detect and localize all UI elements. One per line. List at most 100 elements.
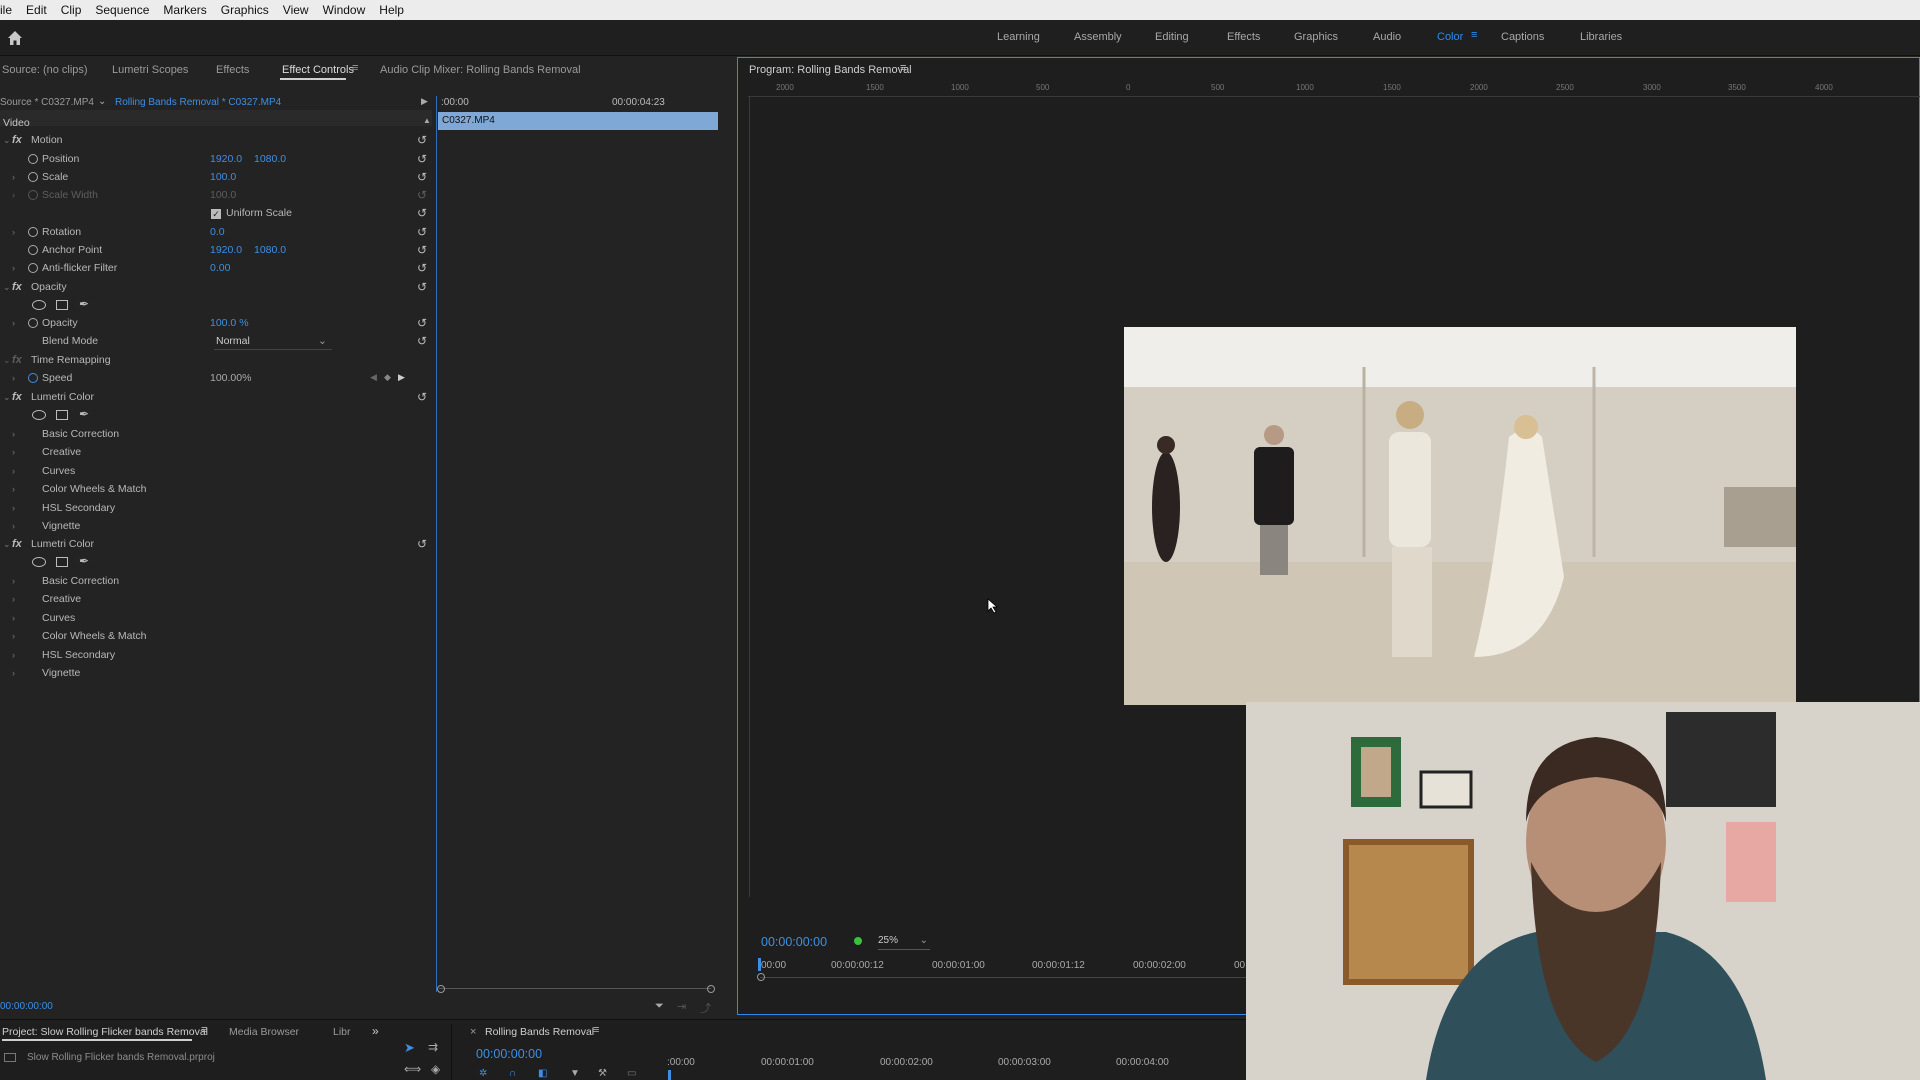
stopwatch-icon[interactable] <box>28 172 38 182</box>
close-icon[interactable]: × <box>470 1026 476 1038</box>
fx-icon[interactable]: fx <box>12 538 22 550</box>
twirl-icon[interactable]: ⌄ <box>3 539 11 550</box>
lumetri-section-row[interactable]: › Curves <box>0 463 430 481</box>
twirl-icon[interactable]: ⌄ <box>3 282 11 293</box>
chevron-down-icon[interactable]: ⌄ <box>98 96 106 107</box>
timeline-timecode[interactable]: 00:00:00:00 <box>476 1047 542 1061</box>
twirl-icon[interactable]: › <box>12 263 15 273</box>
workspace-captions[interactable]: Captions <box>1501 31 1544 43</box>
twirl-icon[interactable]: ⌄ <box>3 135 11 146</box>
menu-graphics[interactable]: Graphics <box>214 3 276 17</box>
reset-icon[interactable]: ↺ <box>417 390 427 404</box>
filter-icon[interactable]: ⏷ <box>655 1000 664 1013</box>
more-tabs-icon[interactable]: » <box>372 1024 379 1038</box>
uniform-scale-checkbox[interactable]: ✓ <box>211 209 221 219</box>
menu-sequence[interactable]: Sequence <box>88 3 156 17</box>
rectangle-mask-icon[interactable] <box>56 300 68 310</box>
time-remapping-row[interactable]: ⌄ fx Time Remapping <box>0 352 430 370</box>
rotation-value[interactable]: 0.0 <box>210 226 225 238</box>
reset-icon[interactable]: ↺ <box>417 152 427 166</box>
workspace-editing[interactable]: Editing <box>1155 31 1189 43</box>
twirl-icon[interactable]: › <box>12 373 15 383</box>
program-menu-icon[interactable]: ≡ <box>900 62 906 74</box>
next-keyframe-icon[interactable]: ▶ <box>398 372 405 383</box>
zoom-select[interactable]: 25% ⌄ <box>878 935 930 950</box>
reset-icon[interactable]: ↺ <box>417 280 427 294</box>
twirl-icon[interactable]: ⌄ <box>3 355 11 366</box>
blend-mode-select[interactable]: Normal <box>216 335 250 347</box>
home-icon[interactable] <box>6 29 24 47</box>
marker-icon[interactable]: ▼ <box>570 1068 580 1079</box>
antiflicker-value[interactable]: 0.00 <box>210 262 230 274</box>
ec-playhead[interactable] <box>436 96 437 992</box>
lumetri-color-row[interactable]: ⌄ fx Lumetri Color ↺ <box>0 389 430 407</box>
tab-media-browser[interactable]: Media Browser <box>229 1026 299 1038</box>
twirl-icon[interactable]: › <box>12 447 15 457</box>
lumetri-section-row[interactable]: › Color Wheels & Match <box>0 481 430 499</box>
workspace-audio[interactable]: Audio <box>1373 31 1401 43</box>
rectangle-mask-icon[interactable] <box>56 557 68 567</box>
stopwatch-icon[interactable] <box>28 318 38 328</box>
workspace-graphics[interactable]: Graphics <box>1294 31 1338 43</box>
program-mini-timeline[interactable]: 00:00 00:00:00:12 00:00:01:00 00:00:01:1… <box>757 955 1246 985</box>
menu-markers[interactable]: Markers <box>156 3 213 17</box>
anchor-y[interactable]: 1080.0 <box>254 244 286 256</box>
twirl-icon[interactable]: › <box>12 484 15 494</box>
stopwatch-icon[interactable] <box>28 245 38 255</box>
tab-project[interactable]: Project: Slow Rolling Flicker bands Remo… <box>2 1026 208 1038</box>
reset-icon[interactable]: ↺ <box>417 334 427 348</box>
menu-file[interactable]: ile <box>0 3 19 17</box>
menu-view[interactable]: View <box>276 3 316 17</box>
reset-icon[interactable]: ↺ <box>417 316 427 330</box>
linked-selection-icon[interactable]: ∩ <box>509 1068 516 1079</box>
reset-icon[interactable]: ↺ <box>417 243 427 257</box>
lumetri-section-row[interactable]: › Vignette <box>0 518 430 536</box>
opacity-value[interactable]: 100.0 % <box>210 317 249 329</box>
position-y[interactable]: 1080.0 <box>254 153 286 165</box>
stopwatch-icon[interactable] <box>28 154 38 164</box>
stopwatch-icon[interactable] <box>28 373 38 383</box>
tab-effect-controls[interactable]: Effect Controls <box>282 64 354 76</box>
project-file-name[interactable]: Slow Rolling Flicker bands Removal.prpro… <box>27 1052 215 1063</box>
opacity-group-row[interactable]: ⌄ fx Opacity ↺ <box>0 279 430 297</box>
timeline-playhead[interactable] <box>668 1070 671 1080</box>
reset-icon[interactable]: ↺ <box>417 133 427 147</box>
ec-zoom-scrollbar[interactable] <box>439 988 711 989</box>
reset-icon[interactable]: ↺ <box>417 206 427 220</box>
track-select-tool-icon[interactable]: ⇉ <box>428 1040 438 1054</box>
twirl-icon[interactable]: › <box>12 227 15 237</box>
lumetri-section-row[interactable]: › Vignette <box>0 665 430 683</box>
fx-icon[interactable]: fx <box>12 134 22 146</box>
twirl-icon[interactable]: › <box>12 613 15 623</box>
lumetri-section-row[interactable]: › Basic Correction <box>0 426 430 444</box>
motion-row[interactable]: ⌄ fx Motion ↺ <box>0 132 430 150</box>
workspace-assembly[interactable]: Assembly <box>1074 31 1122 43</box>
tab-effects[interactable]: Effects <box>216 64 249 76</box>
lumetri-section-row[interactable]: › Curves <box>0 610 430 628</box>
tab-lumetri-scopes[interactable]: Lumetri Scopes <box>112 64 188 76</box>
tab-timeline-sequence[interactable]: Rolling Bands Removal <box>485 1026 594 1038</box>
lumetri-section-row[interactable]: › HSL Secondary <box>0 500 430 518</box>
menu-edit[interactable]: Edit <box>19 3 54 17</box>
tab-source[interactable]: Source: (no clips) <box>2 64 88 76</box>
twirl-icon[interactable]: ⌄ <box>3 392 11 403</box>
twirl-icon[interactable]: › <box>12 466 15 476</box>
program-timecode[interactable]: 00:00:00:00 <box>761 935 827 949</box>
reset-icon[interactable]: ↺ <box>417 170 427 184</box>
twirl-icon[interactable]: › <box>12 576 15 586</box>
ellipse-mask-icon[interactable] <box>32 557 46 567</box>
lumetri-section-row[interactable]: › Basic Correction <box>0 573 430 591</box>
pen-mask-icon[interactable]: ✒ <box>79 407 89 421</box>
twirl-icon[interactable]: › <box>12 429 15 439</box>
workspace-menu-icon[interactable]: ≡ <box>1471 29 1477 41</box>
fx-icon[interactable]: fx <box>12 391 22 403</box>
chevron-down-icon[interactable]: ⌄ <box>318 335 327 347</box>
lumetri-color-row[interactable]: ⌄ fx Lumetri Color ↺ <box>0 536 430 554</box>
ec-footer-timecode[interactable]: 00:00:00:00 <box>0 1001 53 1012</box>
snap-icon[interactable]: ✲ <box>479 1068 487 1079</box>
position-x[interactable]: 1920.0 <box>210 153 242 165</box>
tab-menu-icon[interactable]: ≡ <box>352 62 358 74</box>
menu-window[interactable]: Window <box>316 3 373 17</box>
sequence-clip-link[interactable]: Rolling Bands Removal * C0327.MP4 <box>115 97 281 108</box>
stopwatch-icon[interactable] <box>28 263 38 273</box>
